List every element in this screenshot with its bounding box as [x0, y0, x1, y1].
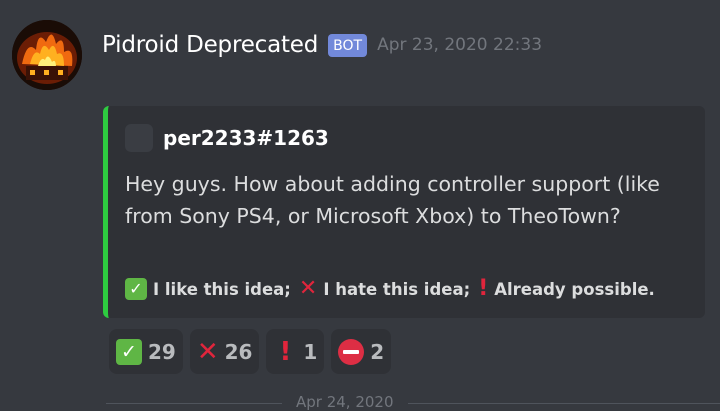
message-header: Pidroid Deprecated BOT Apr 23, 2020 22:3…: [102, 26, 542, 64]
reaction-count: 29: [148, 339, 176, 364]
reaction-exclamation[interactable]: ! 1: [266, 329, 325, 374]
chat-message: Pidroid Deprecated BOT Apr 23, 2020 22:3…: [0, 0, 720, 411]
white-check-mark-icon: ✓: [125, 278, 147, 300]
embed-footer: ✓ I like this idea; ✕ I hate this idea; …: [125, 278, 663, 300]
white-check-mark-icon: ✓: [116, 338, 142, 365]
reactions-bar: ✓ 29 ✕ 26 ! 1 2: [109, 329, 398, 374]
reaction-count: 2: [370, 339, 385, 364]
author-username[interactable]: Pidroid Deprecated: [102, 32, 318, 58]
possible-text: Already possible.: [494, 279, 655, 299]
exclamation-mark-icon: !: [478, 276, 489, 301]
reaction-count: 1: [303, 339, 318, 364]
embed-author-name: per2233#1263: [163, 126, 329, 150]
bot-badge: BOT: [328, 33, 368, 57]
date-divider-line: [106, 403, 720, 404]
like-text: I like this idea;: [153, 279, 291, 299]
author-avatar-icon: [125, 124, 153, 152]
cross-mark-icon: ✕: [196, 336, 219, 367]
cross-mark-icon: ✕: [298, 276, 318, 301]
message-timestamp[interactable]: Apr 23, 2020 22:33: [377, 35, 542, 55]
reaction-check[interactable]: ✓ 29: [109, 329, 183, 374]
hate-text: I hate this idea;: [323, 279, 471, 299]
embed-description: Hey guys. How about adding controller su…: [125, 172, 660, 228]
exclamation-mark-icon: !: [279, 336, 292, 367]
date-divider-label: Apr 24, 2020: [282, 393, 408, 411]
embed-author: per2233#1263: [125, 124, 329, 152]
no-entry-icon: [338, 338, 365, 365]
reaction-count: 26: [224, 339, 253, 364]
suggestion-embed: per2233#1263 Hey guys. How about adding …: [103, 106, 705, 318]
avatar[interactable]: [12, 20, 82, 90]
burning-house-avatar-icon: [12, 20, 82, 90]
reaction-no-entry[interactable]: 2: [331, 329, 392, 374]
reaction-cross[interactable]: ✕ 26: [189, 329, 260, 374]
